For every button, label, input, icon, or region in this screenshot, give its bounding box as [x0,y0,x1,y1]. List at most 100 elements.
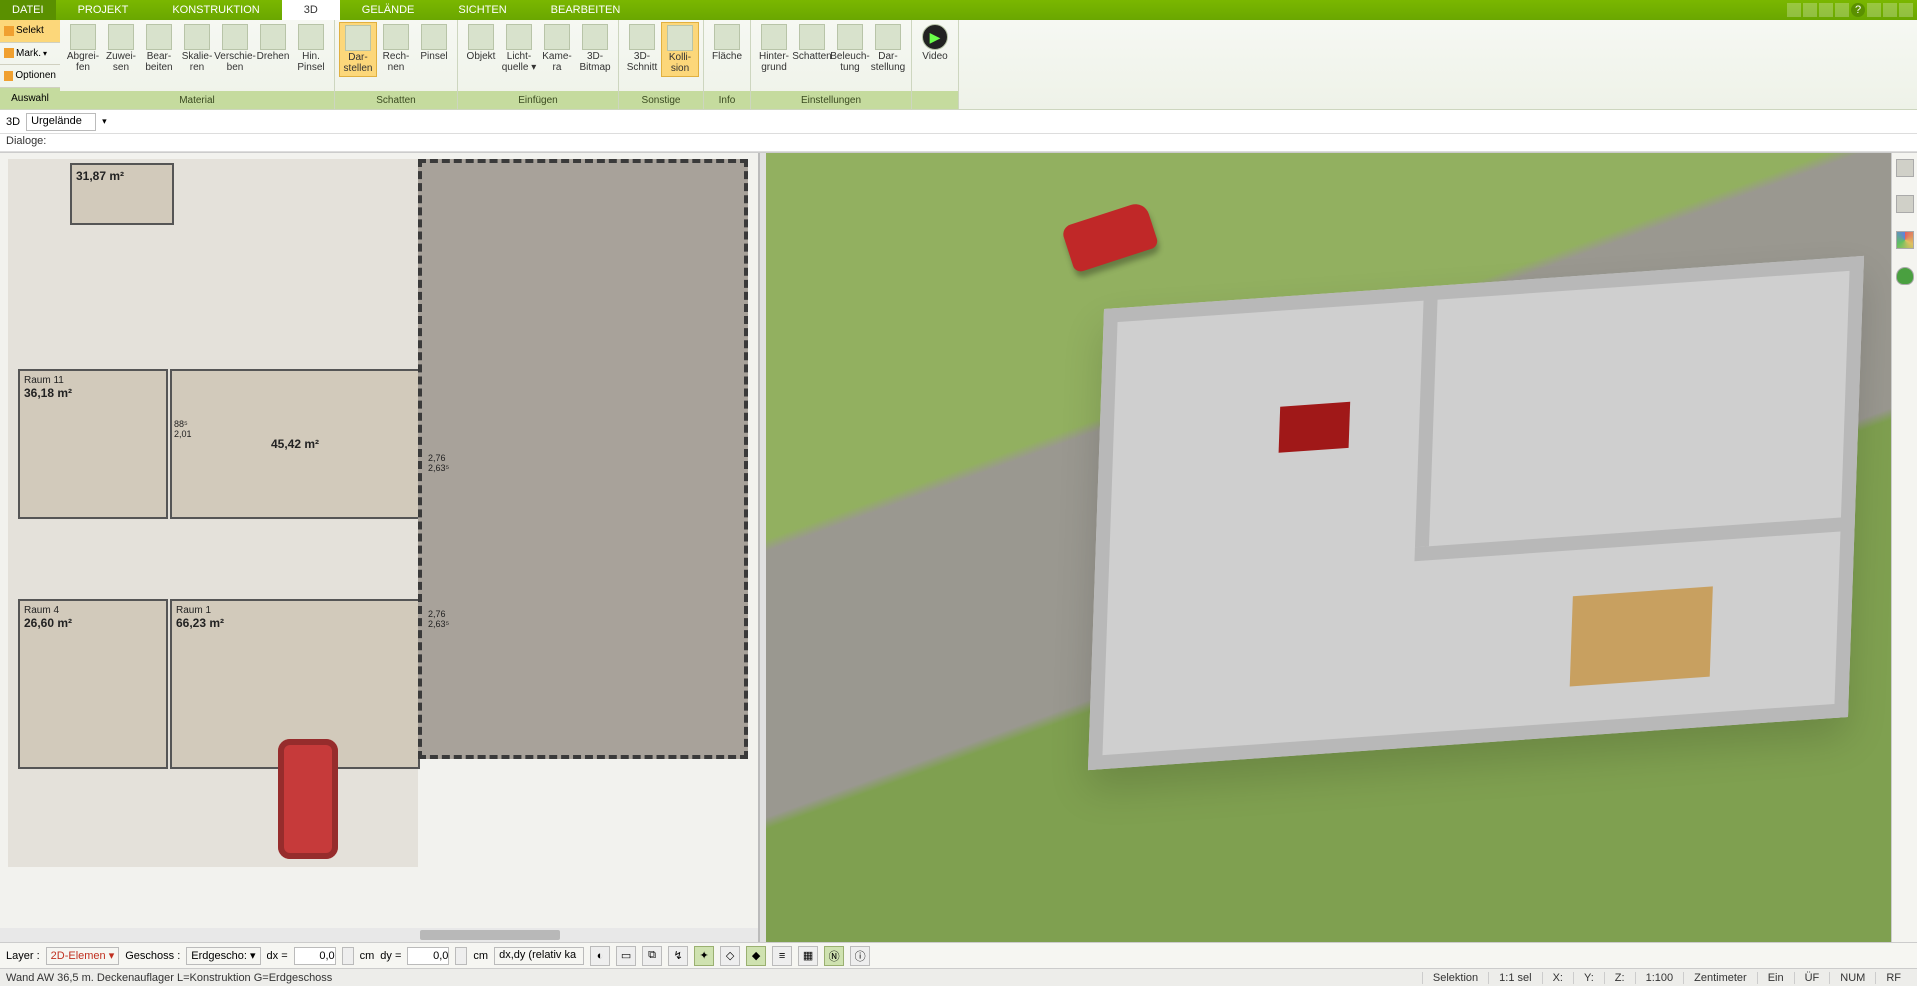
dy-spinner[interactable] [455,947,467,965]
bb-icon-4[interactable]: ↯ [668,946,688,966]
tool-hin-pinsel[interactable]: Hin.Pinsel [292,22,330,75]
car-2d[interactable] [278,739,338,859]
menu-gelaende[interactable]: GELÄNDE [340,0,437,20]
room[interactable]: Raum 1136,18 m² [18,369,168,519]
dock-cube-icon[interactable] [1896,159,1914,177]
flag-icon [4,48,14,58]
menu-konstruktion[interactable]: KONSTRUKTION [150,0,281,20]
drehen-label: Drehen [257,52,290,63]
ribbon-group-info: FlächeInfo [704,20,751,109]
bb-icon-7[interactable]: ◆ [746,946,766,966]
titlebar-btn-1[interactable] [1787,3,1801,17]
dy-input[interactable] [407,947,449,965]
tool-lichtquelle[interactable]: Licht-quelle ▾ [500,22,538,75]
view-2d[interactable]: 31,87 m² Raum 1136,18 m²45,42 m²Raum 426,… [0,153,760,942]
schatten-einst-label: Schatten [792,52,831,63]
terrain-combo[interactable]: Urgelände [26,113,96,131]
kollision-icon [667,25,693,51]
tool-abgreifen[interactable]: Abgrei-fen [64,22,102,75]
maximize-icon[interactable] [1883,3,1897,17]
close-icon[interactable] [1899,3,1913,17]
scrollbar-horizontal[interactable] [0,928,758,942]
room[interactable]: 45,42 m² [170,369,420,519]
chevron-down-icon[interactable]: ▾ [102,116,107,127]
tool-zuweisen[interactable]: Zuwei-sen [102,22,140,75]
layer-value: 2D-Elemen [51,950,106,962]
titlebar-btn-2[interactable] [1803,3,1817,17]
minimize-icon[interactable] [1867,3,1881,17]
optionen-button[interactable]: Optionen [0,65,60,88]
room-name: Raum 11 [24,375,162,386]
ribbon-group-schatten: Dar-stellenRech-nenPinselSchatten [335,20,458,109]
tool-flaeche[interactable]: Fläche [708,22,746,65]
sofa-3d [1279,402,1351,453]
bb-icon-11[interactable]: ⓘ [850,946,870,966]
bb-icon-9[interactable]: ▦ [798,946,818,966]
menu-3d[interactable]: 3D [282,0,340,20]
dimension-label: 2,76 2,63⁵ [428,453,449,473]
ribbon-group-einstellungen: Hinter-grundSchattenBeleuch-tungDar-stel… [751,20,912,109]
tool-beleuchtung[interactable]: Beleuch-tung [831,22,869,75]
tool-bearbeiten[interactable]: Bear-beiten [140,22,178,75]
room[interactable]: Raum 426,60 m² [18,599,168,769]
plus-icon [4,71,13,81]
cursor-icon [4,26,14,36]
coord-mode-combo[interactable]: dx,dy (relativ ka [494,947,584,965]
bb-icon-8[interactable]: ≡ [772,946,792,966]
tool-kamera[interactable]: Kame-ra [538,22,576,75]
menu-bearbeiten[interactable]: BEARBEITEN [529,0,643,20]
help-icon[interactable]: ? [1851,3,1865,17]
selekt-button[interactable]: Selekt [0,20,60,43]
bb-icon-1[interactable]: ◐ [590,946,610,966]
tool-video[interactable]: ▶Video [916,22,954,65]
menu-projekt[interactable]: PROJEKT [56,0,151,20]
menu-datei[interactable]: DATEI [0,0,56,20]
auswahl-group-label: Auswahl [0,88,60,110]
dx-input[interactable] [294,947,336,965]
dock-tree-icon[interactable] [1896,267,1914,285]
dx-spinner[interactable] [342,947,354,965]
tool-kollision[interactable]: Kolli-sion [661,22,699,77]
room-area: 31,87 m² [76,169,168,183]
status-scale: 1:100 [1635,972,1684,984]
dy-unit: cm [473,950,488,962]
titlebar-btn-4[interactable] [1835,3,1849,17]
tool-hintergrund[interactable]: Hinter-grund [755,22,793,75]
room[interactable]: 31,87 m² [70,163,174,225]
tool-schatten-einst[interactable]: Schatten [793,22,831,65]
titlebar-btn-3[interactable] [1819,3,1833,17]
bb-icon-3[interactable]: ⧉ [642,946,662,966]
video-icon: ▶ [922,24,948,50]
dock-color-icon[interactable] [1896,231,1914,249]
tool-objekt[interactable]: Objekt [462,22,500,65]
layer-combo[interactable]: 2D-Elemen ▾ [46,947,120,965]
floorplan-canvas[interactable]: 31,87 m² Raum 1136,18 m²45,42 m²Raum 426,… [8,159,418,867]
menu-sichten[interactable]: SICHTEN [436,0,528,20]
mark-button[interactable]: Mark.▾ [0,43,60,66]
tool-skalieren[interactable]: Skalie-ren [178,22,216,75]
status-num: NUM [1829,972,1875,984]
bb-icon-6[interactable]: ◇ [720,946,740,966]
tool-3d-bitmap[interactable]: 3D-Bitmap [576,22,614,75]
status-y: Y: [1573,972,1604,984]
objekt-icon [468,24,494,50]
bb-icon-5[interactable]: ✦ [694,946,714,966]
tool-rechnen[interactable]: Rech-nen [377,22,415,75]
tool-verschieben[interactable]: Verschie-ben [216,22,254,75]
bb-icon-2[interactable]: ▭ [616,946,636,966]
tool-darstellen[interactable]: Dar-stellen [339,22,377,77]
bb-icon-10[interactable]: Ⓝ [824,946,844,966]
house-3d[interactable] [1088,256,1864,770]
tool-drehen[interactable]: Drehen [254,22,292,65]
tool-3d-schnitt[interactable]: 3D-Schnitt [623,22,661,75]
geschoss-combo[interactable]: Erdgescho: ▾ [186,947,260,965]
darstellen-label: Dar-stellen [344,53,373,74]
scrollbar-thumb[interactable] [420,930,560,940]
tool-pinsel[interactable]: Pinsel [415,22,453,65]
tool-darstellung[interactable]: Dar-stellung [869,22,907,75]
status-message: Wand AW 36,5 m. Deckenauflager L=Konstru… [6,972,332,984]
dock-chair-icon[interactable] [1896,195,1914,213]
dx-unit: cm [360,950,375,962]
view-3d[interactable] [766,153,1917,942]
garden-area[interactable] [418,159,748,759]
